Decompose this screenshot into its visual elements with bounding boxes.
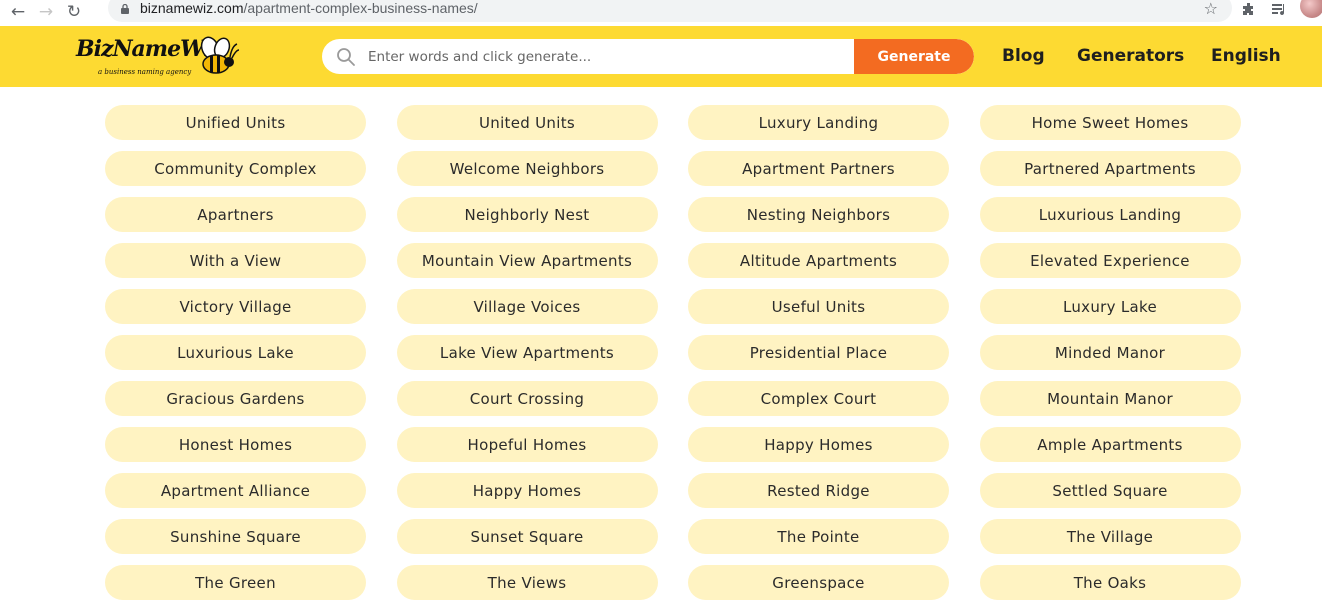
name-pill[interactable]: Partnered Apartments	[979, 151, 1241, 186]
name-pill[interactable]: Altitude Apartments	[688, 243, 949, 278]
bookmark-star-icon[interactable]: ☆	[1204, 0, 1218, 18]
reload-icon[interactable]: ↻	[60, 2, 88, 22]
name-pill[interactable]: Apartment Alliance	[105, 473, 366, 508]
name-pill[interactable]: Honest Homes	[105, 427, 366, 462]
name-pill[interactable]: Rested Ridge	[688, 473, 949, 508]
name-pill[interactable]: Home Sweet Homes	[979, 105, 1241, 140]
name-pill[interactable]: Happy Homes	[396, 473, 658, 508]
nav-blog-link[interactable]: Blog	[1002, 46, 1045, 66]
bee-icon	[200, 36, 240, 74]
name-pill[interactable]: United Units	[396, 105, 658, 140]
name-pill[interactable]: Luxury Landing	[688, 105, 949, 140]
name-pill[interactable]: The Pointe	[688, 519, 949, 554]
nav-language-link[interactable]: English	[1211, 46, 1281, 66]
name-pill[interactable]: Luxurious Landing	[979, 197, 1241, 232]
name-pill[interactable]: Presidential Place	[688, 335, 949, 370]
forward-arrow-icon[interactable]: →	[32, 2, 60, 22]
name-pill[interactable]: Mountain Manor	[979, 381, 1241, 416]
extensions-puzzle-icon[interactable]	[1240, 0, 1258, 20]
name-pill[interactable]: Hopeful Homes	[396, 427, 658, 462]
name-pill[interactable]: Nesting Neighbors	[688, 197, 949, 232]
name-pill[interactable]: Luxurious Lake	[105, 335, 366, 370]
name-pill[interactable]: The Village	[979, 519, 1241, 554]
search-bar: Generate	[322, 39, 974, 74]
name-pill[interactable]: Welcome Neighbors	[396, 151, 658, 186]
url-domain: biznamewiz.com	[140, 0, 244, 16]
name-pill[interactable]: The Oaks	[979, 565, 1241, 600]
logo-tagline: a business naming agency	[98, 68, 192, 76]
name-pill[interactable]: Court Crossing	[396, 381, 658, 416]
lock-icon	[121, 4, 129, 14]
name-pill[interactable]: Useful Units	[688, 289, 949, 324]
name-pill[interactable]: Elevated Experience	[979, 243, 1241, 278]
name-pill[interactable]: Apartment Partners	[688, 151, 949, 186]
name-pill[interactable]: Neighborly Nest	[396, 197, 658, 232]
name-pill[interactable]: Mountain View Apartments	[396, 243, 658, 278]
media-queue-icon[interactable]	[1270, 0, 1290, 20]
name-pill[interactable]: Settled Square	[979, 473, 1241, 508]
name-pill[interactable]: Lake View Apartments	[396, 335, 658, 370]
name-pill[interactable]: Complex Court	[688, 381, 949, 416]
url-path: /apartment-complex-business-names/	[243, 0, 478, 16]
name-pill[interactable]: Sunset Square	[396, 519, 658, 554]
name-pill[interactable]: Unified Units	[105, 105, 366, 140]
name-pill[interactable]: Greenspace	[688, 565, 949, 600]
name-pill[interactable]: Sunshine Square	[105, 519, 366, 554]
profile-avatar[interactable]	[1300, 0, 1322, 18]
name-pill[interactable]: Village Voices	[396, 289, 658, 324]
name-pill[interactable]: Apartners	[105, 197, 366, 232]
name-suggestions-grid: Unified Units United Units Luxury Landin…	[105, 105, 1241, 600]
back-arrow-icon[interactable]: ←	[4, 2, 32, 22]
name-pill[interactable]: With a View	[105, 243, 366, 278]
browser-toolbar: ← → ↻ biznamewiz.com/apartment-complex-b…	[0, 0, 1322, 24]
name-pill[interactable]: Gracious Gardens	[105, 381, 366, 416]
site-logo[interactable]: BizNameWiz a business naming agency	[76, 34, 246, 82]
name-pill[interactable]: Luxury Lake	[979, 289, 1241, 324]
search-icon	[337, 47, 355, 66]
name-pill[interactable]: Community Complex	[105, 151, 366, 186]
name-pill[interactable]: The Views	[396, 565, 658, 600]
site-header: BizNameWiz a business naming agency Gene…	[0, 26, 1322, 87]
generate-button[interactable]: Generate	[854, 39, 974, 74]
nav-generators-link[interactable]: Generators	[1077, 46, 1184, 66]
url-text: biznamewiz.com/apartment-complex-busines…	[140, 0, 478, 16]
name-pill[interactable]: Minded Manor	[979, 335, 1241, 370]
name-pill[interactable]: The Green	[105, 565, 366, 600]
name-pill[interactable]: Happy Homes	[688, 427, 949, 462]
address-bar[interactable]: biznamewiz.com/apartment-complex-busines…	[108, 0, 1232, 22]
search-input[interactable]	[368, 48, 838, 65]
name-pill[interactable]: Victory Village	[105, 289, 366, 324]
name-pill[interactable]: Ample Apartments	[979, 427, 1241, 462]
